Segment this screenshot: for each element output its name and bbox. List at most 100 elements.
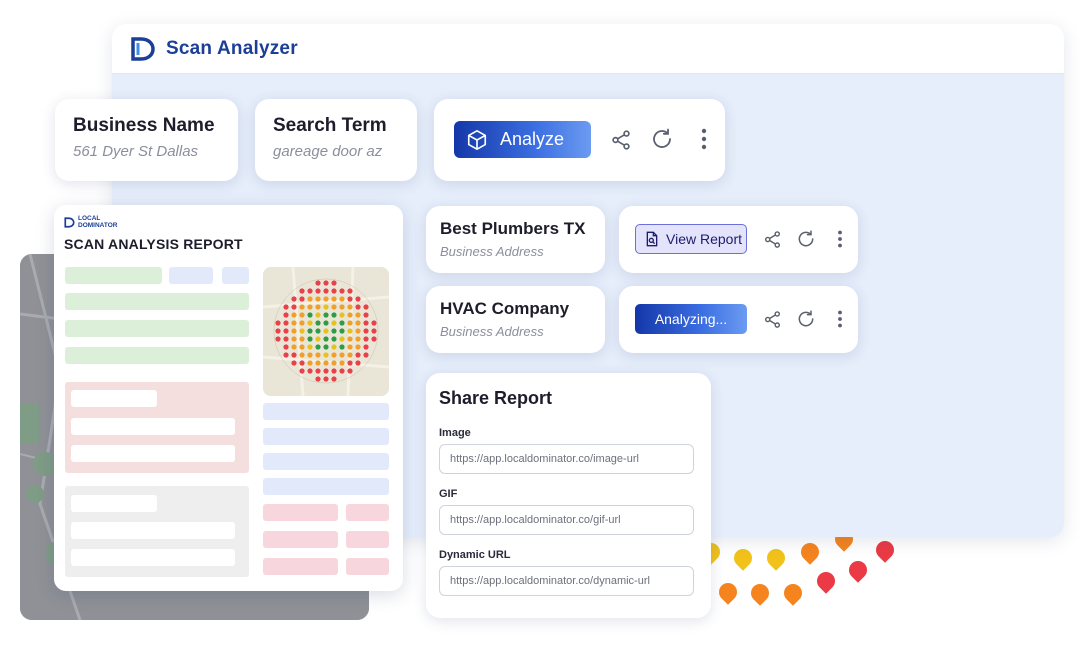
analyzing-button[interactable]: Analyzing... xyxy=(635,304,747,334)
heatmap-dot xyxy=(315,368,321,374)
heatmap-dot xyxy=(347,296,353,302)
heatmap-dot xyxy=(363,328,369,334)
heatmap-dot xyxy=(307,312,313,318)
heatmap-dot xyxy=(283,344,289,350)
share-gif-label: GIF xyxy=(439,488,458,500)
share-icon[interactable] xyxy=(759,226,785,252)
business-name-card[interactable]: Business Name 561 Dyer St Dallas xyxy=(55,99,238,181)
heatmap-dot xyxy=(315,312,321,318)
heatmap-dot xyxy=(323,280,329,286)
heatmap-dot xyxy=(315,376,321,382)
analyze-label: Analyze xyxy=(500,129,565,149)
heatmap-dot xyxy=(355,360,361,366)
heatmap-dot xyxy=(347,344,353,350)
heatmap-dot xyxy=(363,336,369,342)
placeholder-bar xyxy=(263,428,389,445)
heatmap-dot xyxy=(339,320,345,326)
heatmap-dot xyxy=(283,328,289,334)
search-term-label: Search Term xyxy=(273,115,387,136)
heatmap-dot xyxy=(307,296,313,302)
more-vertical-icon[interactable] xyxy=(691,126,717,152)
heatmap-dot xyxy=(355,328,361,334)
heatmap-dot xyxy=(299,360,305,366)
heatmap-dot xyxy=(339,312,345,318)
heatmap-dot xyxy=(283,304,289,310)
heatmap-dot xyxy=(331,336,337,342)
result-business-name: Best Plumbers TX xyxy=(440,219,586,238)
share-icon[interactable] xyxy=(759,306,785,332)
heatmap-dot xyxy=(323,360,329,366)
heatmap-dot xyxy=(355,344,361,350)
image-url-field[interactable] xyxy=(439,444,694,474)
heatmap-dot xyxy=(331,344,337,350)
map-pin-icon xyxy=(813,568,839,594)
heatmap-thumbnail xyxy=(263,267,389,396)
heatmap-dot xyxy=(347,304,353,310)
placeholder-bar xyxy=(71,522,235,539)
heatmap-dot xyxy=(299,320,305,326)
heatmap-dot xyxy=(307,288,313,294)
heatmap-dot xyxy=(347,336,353,342)
heatmap-dot xyxy=(315,320,321,326)
heatmap-dot xyxy=(299,312,305,318)
placeholder-bar xyxy=(263,403,389,420)
share-icon[interactable] xyxy=(608,127,634,153)
refresh-icon[interactable] xyxy=(793,226,819,252)
heatmap-dot xyxy=(315,280,321,286)
search-document-icon xyxy=(644,231,660,247)
heatmap-dot xyxy=(339,304,345,310)
search-term-value[interactable]: gareage door az xyxy=(273,143,399,160)
view-report-button[interactable]: View Report xyxy=(635,224,747,254)
heatmap-dot xyxy=(347,360,353,366)
placeholder-bar xyxy=(65,267,162,284)
more-vertical-icon[interactable] xyxy=(827,226,853,252)
map-pin-icon xyxy=(763,545,789,571)
result-actions-1: View Report xyxy=(619,206,858,273)
placeholder-bar xyxy=(71,418,235,435)
map-pin-icon xyxy=(780,580,806,606)
heatmap-dot xyxy=(339,296,345,302)
analyze-card: Analyze xyxy=(434,99,725,181)
local-dominator-logo: LOCAL DOMINATOR xyxy=(64,215,117,229)
placeholder-bar xyxy=(65,347,249,364)
search-term-card[interactable]: Search Term gareage door az xyxy=(255,99,417,181)
placeholder-bar xyxy=(346,531,389,548)
heatmap-dot xyxy=(307,304,313,310)
business-name-value[interactable]: 561 Dyer St Dallas xyxy=(73,143,220,160)
heatmap-dot xyxy=(323,304,329,310)
heatmap-dot xyxy=(323,344,329,350)
heatmap-dot xyxy=(299,344,305,350)
placeholder-bar xyxy=(71,495,157,512)
heatmap-dot xyxy=(347,352,353,358)
heatmap-dot xyxy=(339,352,345,358)
heatmap-dot xyxy=(291,304,297,310)
heatmap-dot xyxy=(331,304,337,310)
heatmap-dot xyxy=(331,360,337,366)
heatmap-dot xyxy=(283,312,289,318)
app-header: Scan Analyzer xyxy=(112,24,1064,74)
more-vertical-icon[interactable] xyxy=(827,306,853,332)
heatmap-dot xyxy=(371,320,377,326)
heatmap-dot xyxy=(355,312,361,318)
gif-url-field[interactable] xyxy=(439,505,694,535)
result-card-2[interactable]: HVAC Company Business Address xyxy=(426,286,605,353)
result-business-address: Business Address xyxy=(440,324,544,339)
heatmap-dot xyxy=(323,328,329,334)
analyze-button[interactable]: Analyze xyxy=(454,121,591,158)
heatmap-dot xyxy=(347,288,353,294)
placeholder-bar xyxy=(263,558,338,575)
placeholder-bar xyxy=(346,504,389,521)
heatmap-dot xyxy=(291,312,297,318)
refresh-icon[interactable] xyxy=(649,126,675,152)
refresh-icon[interactable] xyxy=(793,306,819,332)
heatmap-dot xyxy=(275,336,281,342)
heatmap-dot xyxy=(307,320,313,326)
dynamic-url-field[interactable] xyxy=(439,566,694,596)
brand-line-2: DOMINATOR xyxy=(78,222,118,229)
heatmap-dot xyxy=(323,320,329,326)
result-card-1[interactable]: Best Plumbers TX Business Address xyxy=(426,206,605,273)
heatmap-dot xyxy=(291,320,297,326)
heatmap-dot xyxy=(307,352,313,358)
view-report-label: View Report xyxy=(666,231,743,247)
placeholder-bar xyxy=(263,453,389,470)
